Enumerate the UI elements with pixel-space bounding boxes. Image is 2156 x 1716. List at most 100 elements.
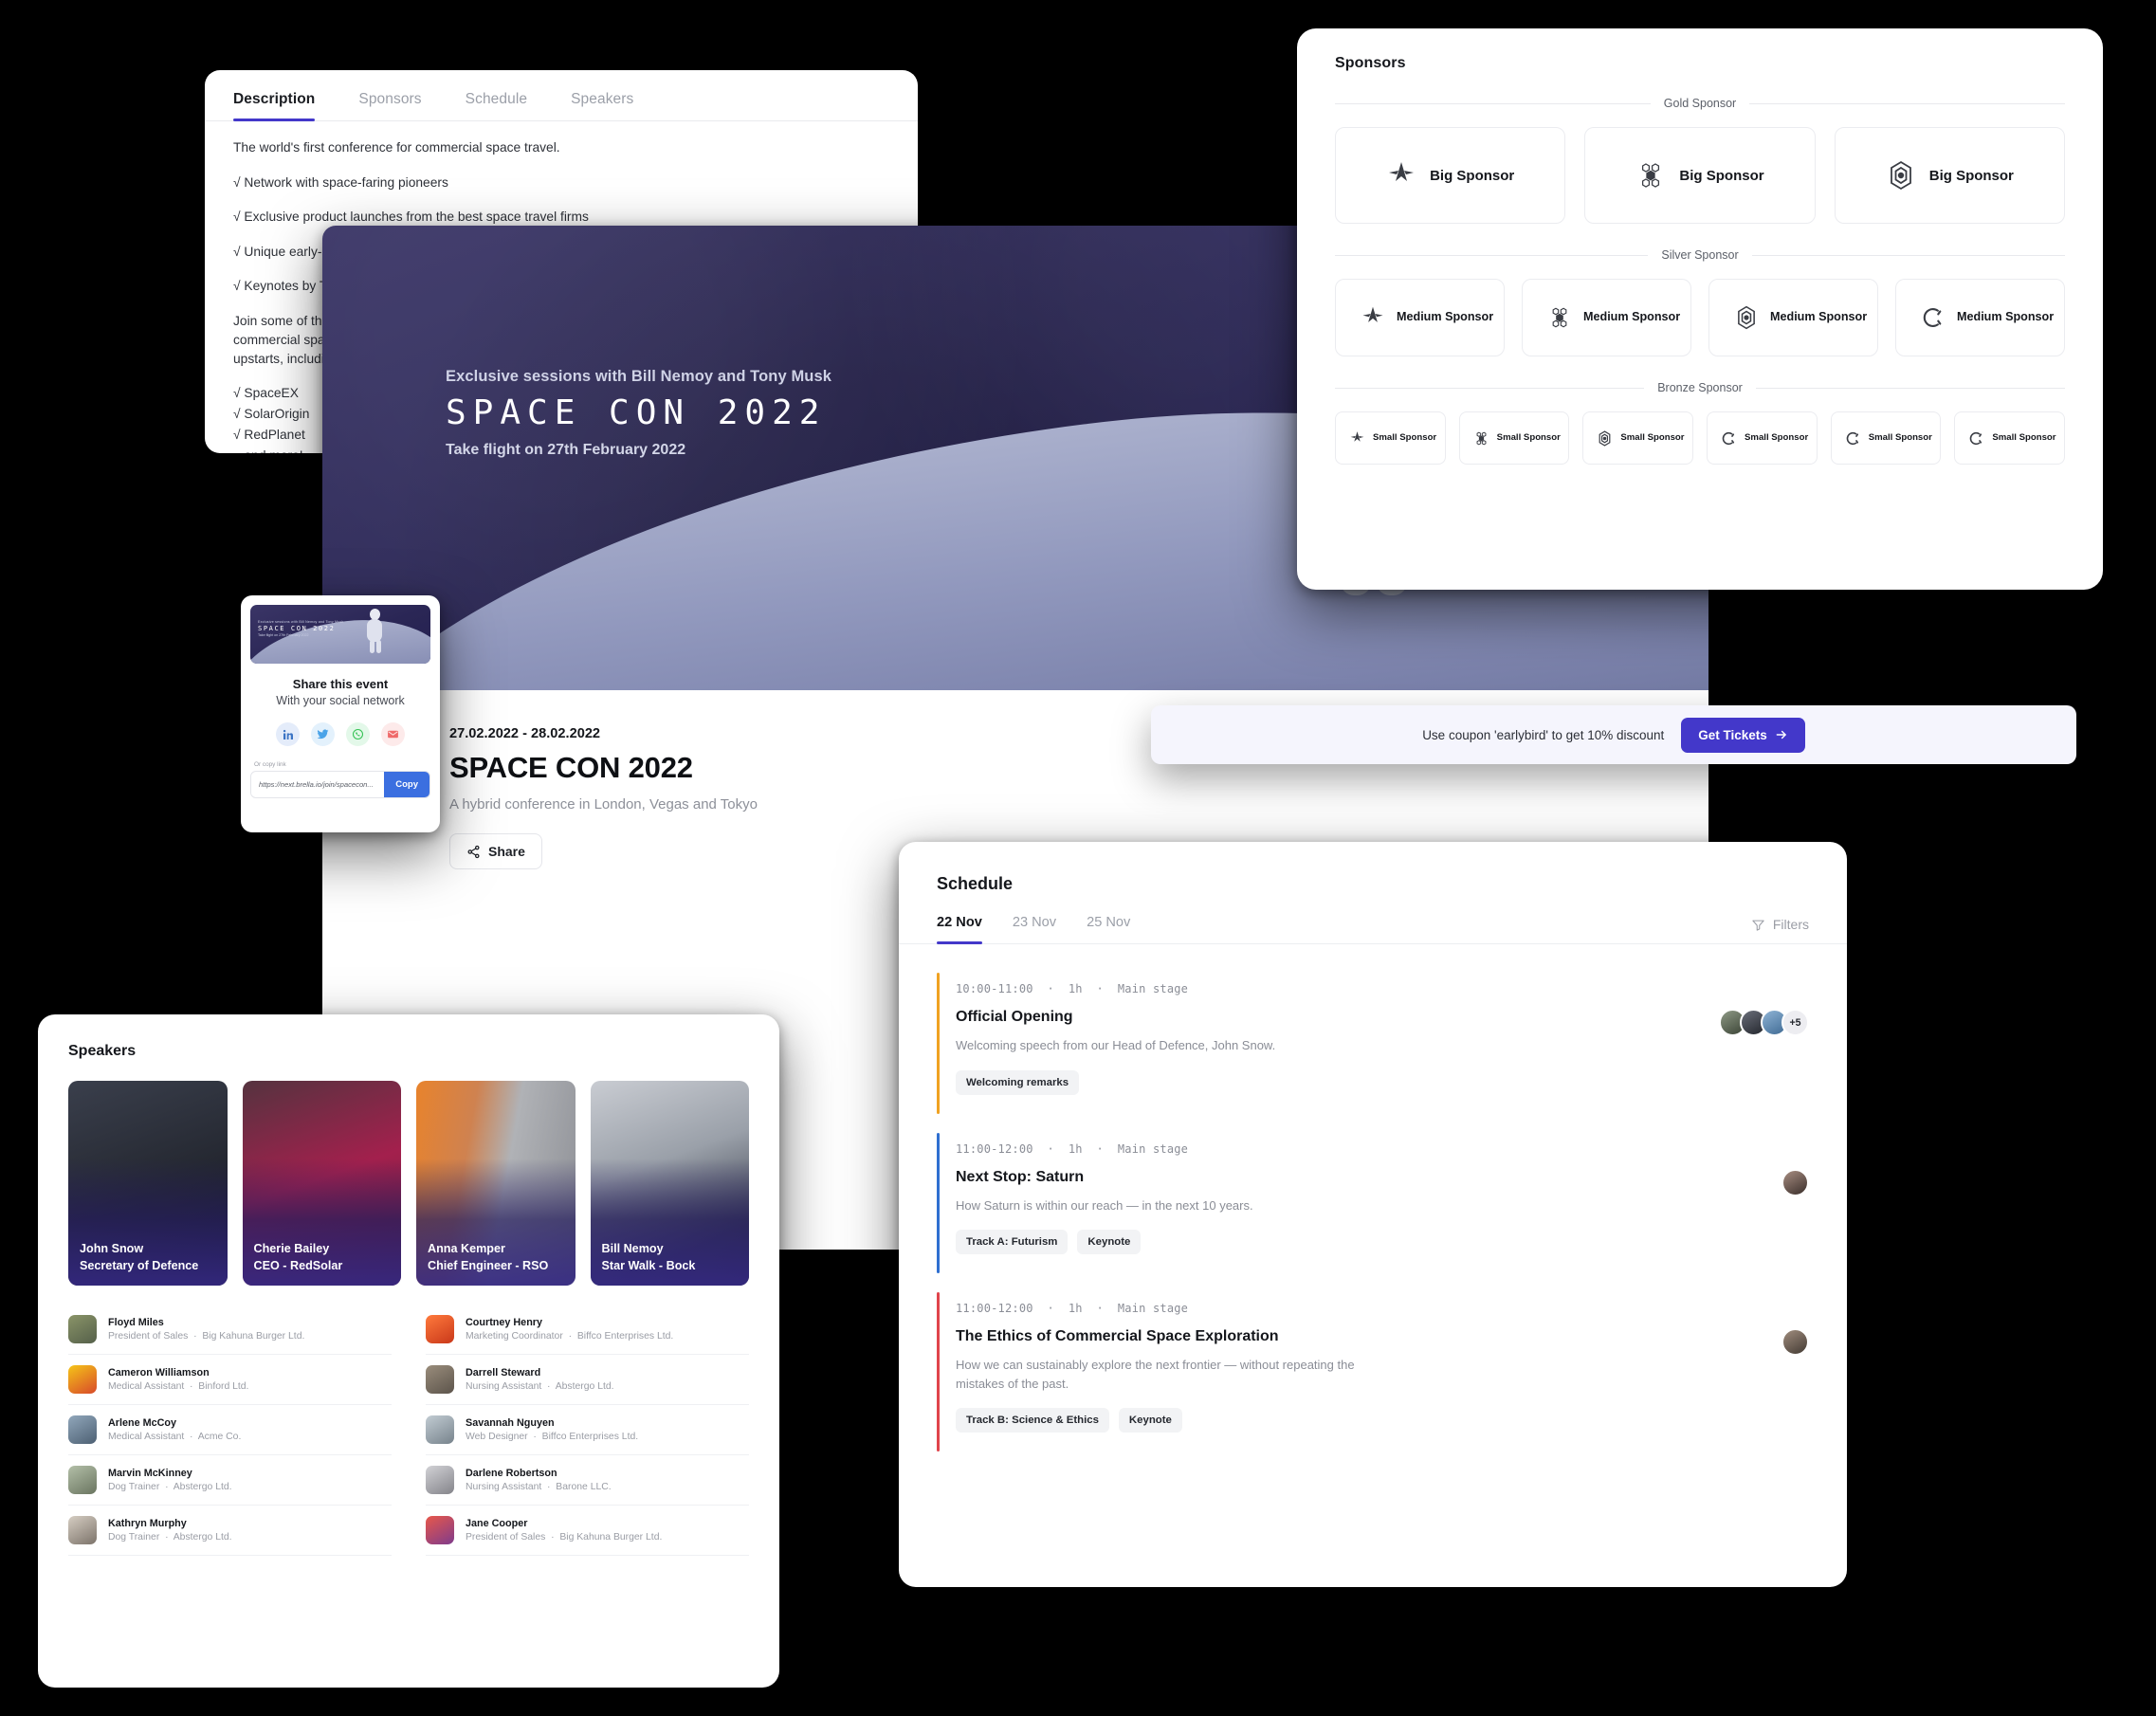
sponsor-card[interactable]: Small Sponsor [1954,411,2066,465]
session-location: Main stage [1117,1141,1189,1156]
tab-schedule[interactable]: Schedule [466,91,527,120]
filters-button[interactable]: Filters [1751,917,1809,943]
sponsor-card[interactable]: Medium Sponsor [1522,279,1691,356]
list-item[interactable]: Floyd Miles President of Sales · Big Kah… [68,1305,392,1355]
speaker-role: Marketing Coordinator [466,1331,563,1342]
sponsor-card[interactable]: Small Sponsor [1582,411,1694,465]
speaker-company: Barone LLC. [556,1482,612,1492]
screenshot-stage: Description Sponsors Schedule Speakers T… [0,0,2156,1716]
speaker-name: Kathryn Murphy [108,1518,187,1529]
speaker-name: Cameron Williamson [108,1367,210,1378]
tab-sponsors[interactable]: Sponsors [358,91,421,120]
speaker-name: Marvin McKinney [108,1468,192,1479]
share-thumb-title: SPACE CON 2022 [258,625,336,632]
session-avatar-group[interactable] [1781,1168,1809,1196]
sponsor-card[interactable]: Small Sponsor [1458,411,1570,465]
avatar [426,1315,454,1343]
list-item[interactable]: Darrell Steward Nursing Assistant · Abst… [426,1355,749,1405]
silver-sponsor-divider: Silver Sponsor [1335,248,2066,262]
speaker-card[interactable]: John Snow Secretary of Defence [68,1081,228,1286]
speakers-title: Speakers [68,1043,137,1059]
list-item[interactable]: Savannah Nguyen Web Designer · Biffco En… [426,1405,749,1455]
tab-description[interactable]: Description [233,91,316,121]
session-location: Main stage [1117,982,1189,995]
copy-link-label: Or copy link [254,761,286,768]
status-badge: Keynote [1077,1230,1142,1254]
list-item[interactable]: Darlene Robertson Nursing Assistant · Ba… [426,1455,749,1506]
schedule-header: 22 Nov 23 Nov 25 Nov Filters [899,894,1847,944]
schedule-session[interactable]: 10:00-11:00 · 1h · Main stage Official O… [937,959,1809,1120]
speaker-company: Abstergo Ltd. [173,1532,232,1543]
speaker-role: Chief Engineer - RSO [428,1259,549,1272]
get-tickets-button[interactable]: Get Tickets [1681,717,1805,753]
sponsor-card[interactable]: Big Sponsor [1584,127,1816,224]
session-description: Welcoming speech from our Head of Defenc… [956,1038,1276,1052]
speaker-company: Acme Co. [197,1432,242,1442]
hero-title: SPACE CON 2022 [446,393,827,432]
meta-separator: · [1047,982,1054,995]
email-icon[interactable] [381,722,405,746]
event-subtitle: A hybrid conference in London, Vegas and… [449,796,758,812]
avatar [68,1516,97,1544]
speaker-name: Savannah Nguyen [466,1417,555,1429]
session-name: Next Stop: Saturn [956,1168,1085,1185]
speaker-role: Nursing Assistant [466,1381,542,1392]
session-tags: Welcoming remarks [956,1069,1809,1095]
avatar [1781,1328,1809,1356]
speaker-card[interactable]: Anna Kemper Chief Engineer - RSO [416,1081,576,1286]
speaker-role: President of Sales [466,1532,546,1543]
speaker-name: Darrell Steward [466,1367,541,1378]
list-item[interactable]: Kathryn Murphy Dog Trainer · Abstergo Lt… [68,1506,392,1556]
avatar [426,1415,454,1444]
status-badge: Track B: Science & Ethics [956,1408,1109,1433]
tab-25-nov[interactable]: 25 Nov [1087,915,1130,943]
sponsor-name: Medium Sponsor [1583,310,1681,324]
whatsapp-icon[interactable] [346,722,370,746]
share-modal-heading: Share this event [292,677,389,691]
twitter-icon[interactable] [311,722,335,746]
hex-shield-icon [1597,429,1613,447]
linkedin-icon[interactable] [276,722,300,746]
description-tabs: Description Sponsors Schedule Speakers [205,70,918,121]
sponsor-card[interactable]: Small Sponsor [1707,411,1818,465]
hero-subtitle: Take flight on 27th February 2022 [446,442,686,458]
silver-sponsor-row: Medium Sponsor Medium Sponsor Medium Spo… [1297,279,2103,356]
copy-link-input[interactable] [251,774,385,795]
list-item[interactable]: Cameron Williamson Medical Assistant · B… [68,1355,392,1405]
gold-sponsor-label: Gold Sponsor [1663,97,1737,110]
description-intro: The world's first conference for commerc… [233,140,560,155]
share-button[interactable]: Share [449,833,542,869]
list-item[interactable]: Courtney Henry Marketing Coordinator · B… [426,1305,749,1355]
session-time: 11:00-12:00 [956,1302,1033,1315]
speakers-panel: Speakers John Snow Secretary of Defence … [38,1014,779,1688]
avatar [68,1415,97,1444]
sponsor-card[interactable]: Medium Sponsor [1335,279,1505,356]
speaker-card[interactable]: Cherie Bailey CEO - RedSolar [242,1081,401,1286]
bronze-sponsor-label: Bronze Sponsor [1657,381,1743,394]
sponsor-card[interactable]: Medium Sponsor [1708,279,1878,356]
crescent-c-icon [1968,430,1984,447]
list-item[interactable]: Marvin McKinney Dog Trainer · Abstergo L… [68,1455,392,1506]
sponsor-card[interactable]: Medium Sponsor [1895,279,2065,356]
tab-22-nov[interactable]: 22 Nov [937,915,982,944]
sponsor-card[interactable]: Small Sponsor [1335,411,1446,465]
sponsor-card[interactable]: Big Sponsor [1834,127,2065,224]
schedule-session[interactable]: 11:00-12:00 · 1h · Main stage The Ethics… [937,1279,1809,1457]
speaker-card[interactable]: Bill Nemoy Star Walk - Bock [590,1081,749,1286]
session-avatar-group[interactable] [1781,1328,1809,1356]
copy-button[interactable]: Copy [384,772,429,797]
sponsor-card[interactable]: Small Sponsor [1830,411,1942,465]
sponsor-card[interactable]: Big Sponsor [1335,127,1566,224]
tab-speakers[interactable]: Speakers [571,91,633,120]
list-item[interactable]: Jane Cooper President of Sales · Big Kah… [426,1506,749,1556]
tab-23-nov[interactable]: 23 Nov [1013,915,1056,943]
hex-flower-icon [1635,160,1666,191]
speaker-role: Dog Trainer [108,1532,160,1543]
list-item[interactable]: Arlene McCoy Medical Assistant · Acme Co… [68,1405,392,1455]
session-time: 10:00-11:00 [956,982,1033,995]
bronze-sponsor-divider: Bronze Sponsor [1335,381,2066,394]
session-avatar-group[interactable]: +5 [1719,1009,1809,1036]
session-duration: 1h [1068,982,1083,995]
silver-sponsor-label: Silver Sponsor [1661,248,1739,262]
schedule-session[interactable]: 11:00-12:00 · 1h · Main stage Next Stop:… [937,1120,1809,1280]
